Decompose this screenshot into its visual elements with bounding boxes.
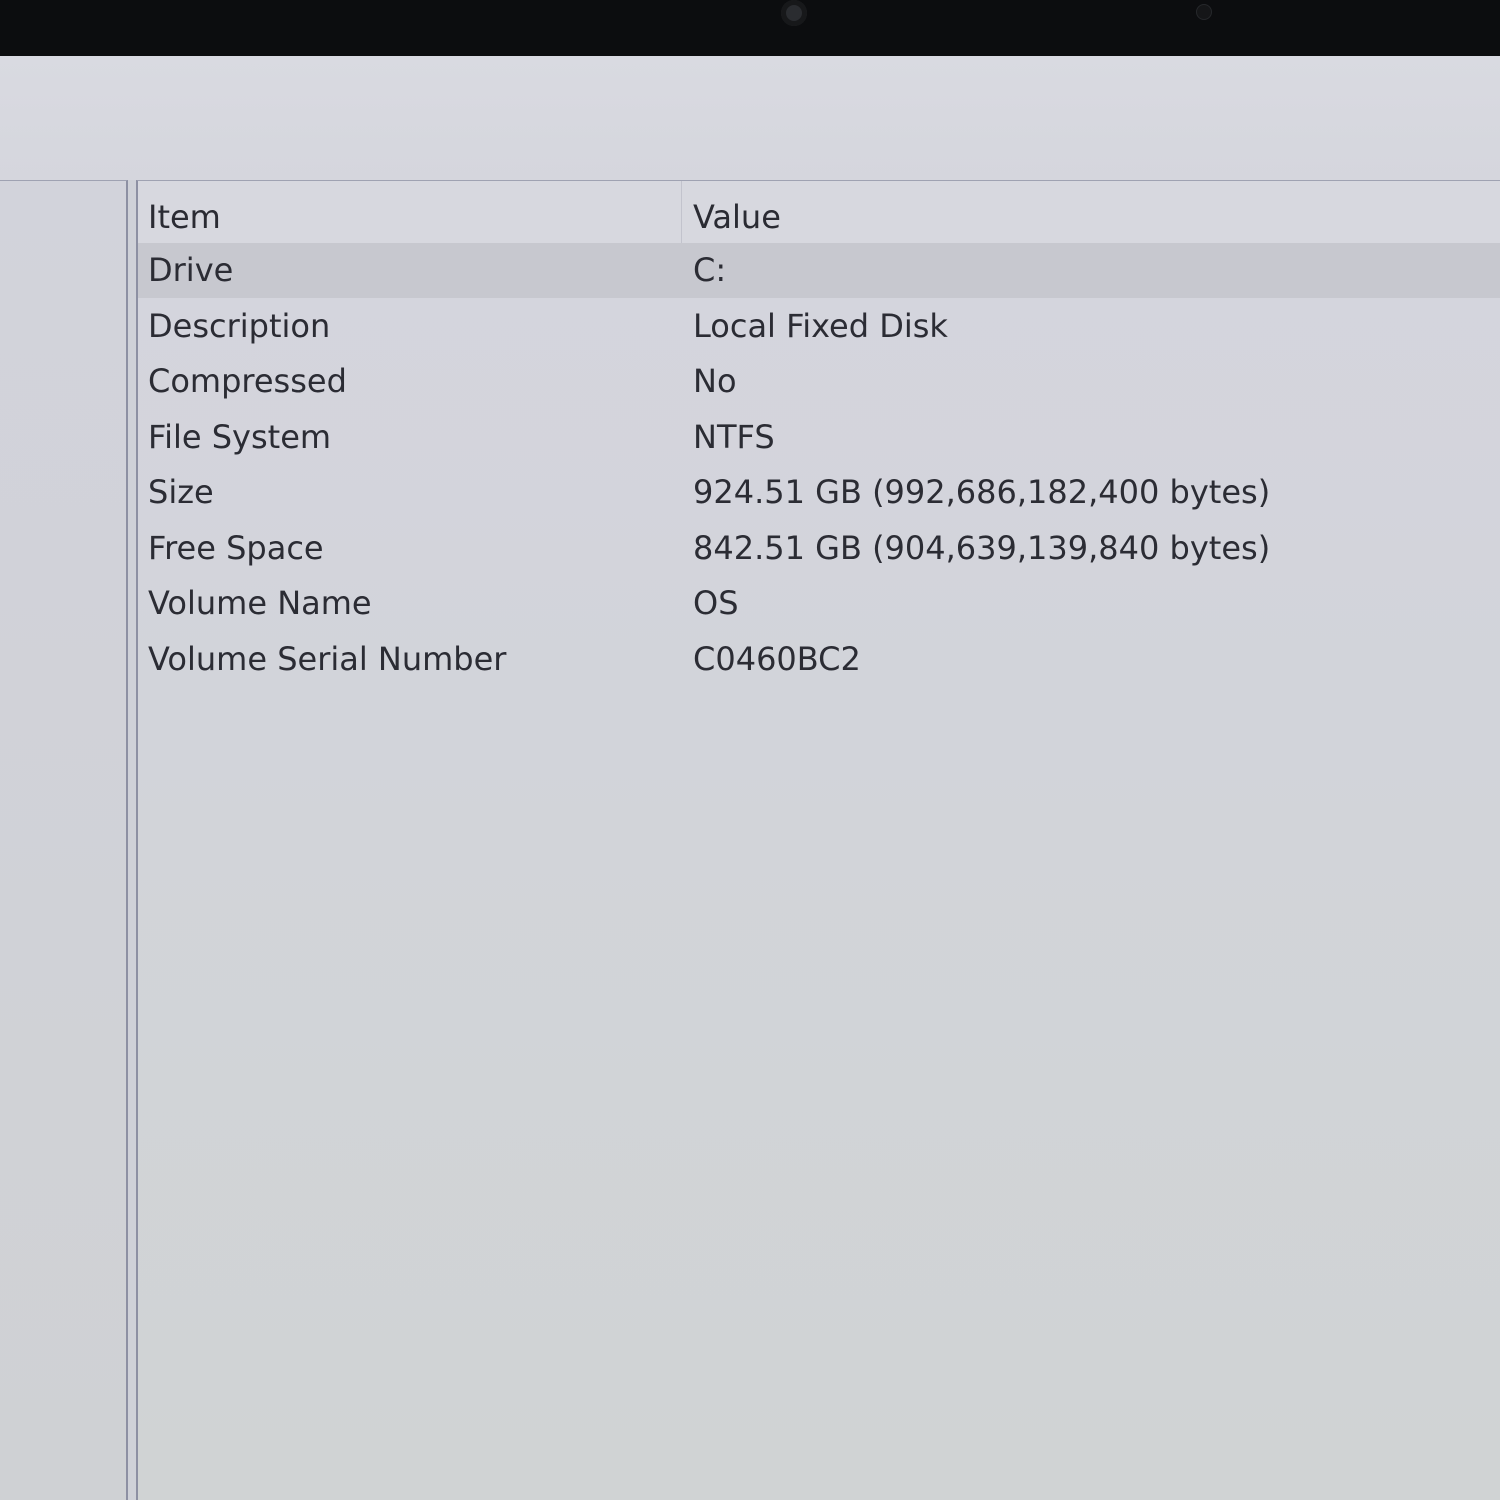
row-item: Volume Serial Number xyxy=(148,640,507,678)
table-row[interactable]: Volume Name OS xyxy=(138,576,1500,631)
row-value: 924.51 GB (992,686,182,400 bytes) xyxy=(693,473,1271,511)
row-value: OS xyxy=(693,584,739,622)
pane-splitter[interactable] xyxy=(128,180,136,1500)
row-value: Local Fixed Disk xyxy=(693,307,948,345)
row-value: 842.51 GB (904,639,139,840 bytes) xyxy=(693,529,1271,567)
table-row[interactable]: Free Space 842.51 GB (904,639,139,840 by… xyxy=(138,521,1500,576)
row-value: C: xyxy=(693,251,727,289)
table-row[interactable]: Drive C: xyxy=(138,243,1500,298)
row-value: NTFS xyxy=(693,418,775,456)
row-item: File System xyxy=(148,418,332,456)
table-row[interactable]: Volume Serial Number C0460BC2 xyxy=(138,632,1500,687)
row-item: Volume Name xyxy=(148,584,372,622)
table-row[interactable]: File System NTFS xyxy=(138,410,1500,465)
table-row[interactable]: Compressed No xyxy=(138,354,1500,409)
table-row[interactable]: Description Local Fixed Disk xyxy=(138,299,1500,354)
row-item: Drive xyxy=(148,251,234,289)
category-tree-pane[interactable] xyxy=(0,180,128,1500)
row-value: No xyxy=(693,362,737,400)
sensor-icon xyxy=(1196,4,1212,20)
row-item: Size xyxy=(148,473,214,511)
column-header-item[interactable]: Item xyxy=(148,197,221,237)
details-list-pane[interactable]: Item Value Drive C: Description Local Fi… xyxy=(136,180,1500,1500)
list-header: Item Value xyxy=(138,181,1500,243)
row-item: Free Space xyxy=(148,529,324,567)
row-item: Compressed xyxy=(148,362,347,400)
table-row[interactable]: Size 924.51 GB (992,686,182,400 bytes) xyxy=(138,465,1500,520)
webcam-icon xyxy=(781,0,807,26)
system-information-window: Item Value Drive C: Description Local Fi… xyxy=(0,56,1500,1500)
column-header-value[interactable]: Value xyxy=(693,197,781,237)
row-item: Description xyxy=(148,307,331,345)
row-value: C0460BC2 xyxy=(693,640,861,678)
monitor-bezel xyxy=(0,0,1500,56)
window-top-area xyxy=(0,56,1500,180)
column-divider[interactable] xyxy=(681,181,682,243)
